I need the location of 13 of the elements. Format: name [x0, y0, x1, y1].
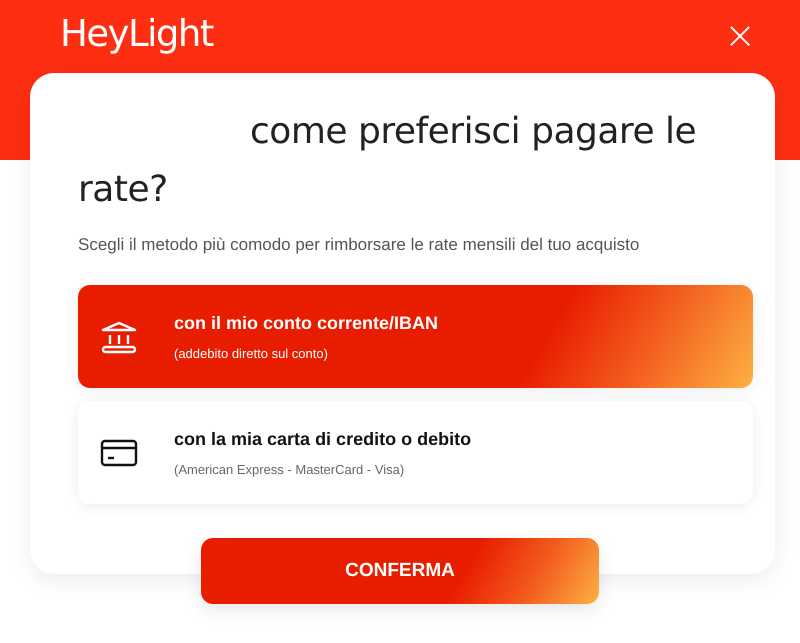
payment-option[interactable]: con la mia carta di credito o debito (American Express - MasterCard - Visa)	[78, 401, 753, 504]
subtitle: Scegli il metodo più comodo per rimborsare le rate mensili del tuo acquisto	[78, 235, 640, 255]
payment-option[interactable]: con il mio conto corrente/IBAN (addebito diretto sul conto)	[78, 285, 753, 388]
close-button[interactable]: ×	[724, 16, 756, 54]
option-detail: (American Express - MasterCard - Visa)	[174, 462, 406, 476]
credit-card-icon	[100, 438, 138, 466]
bank-icon	[100, 320, 138, 354]
option-label: con la mia carta di credito o debito	[174, 428, 472, 450]
confirm-button[interactable]: CONFERMA	[201, 538, 599, 604]
title: come preferisci pagare le rate?	[78, 110, 698, 212]
option-label: con il mio conto corrente/IBAN	[174, 312, 438, 334]
option-detail: (addebito diretto sul conto)	[174, 346, 329, 360]
logo: HeyLight	[60, 12, 213, 55]
